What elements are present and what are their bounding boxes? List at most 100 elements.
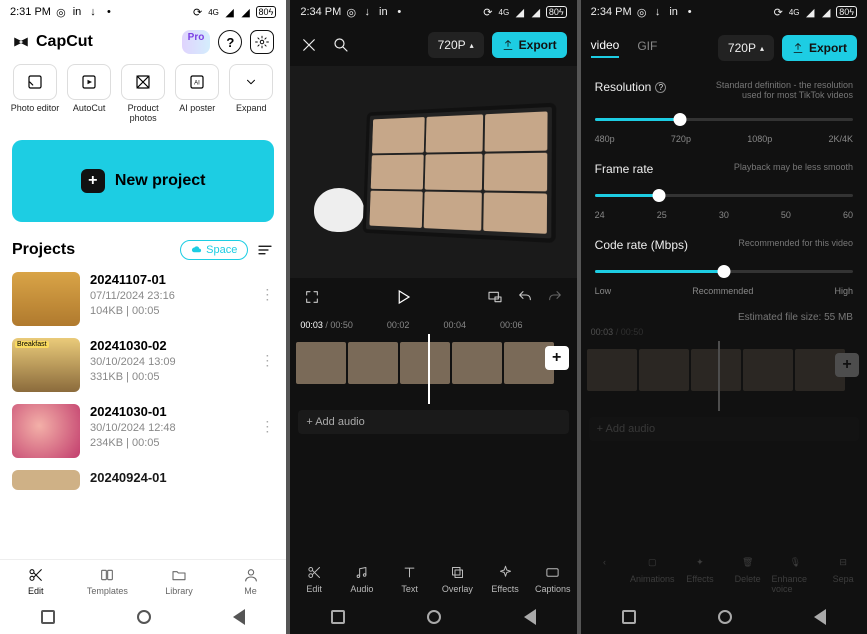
signal-icon-2: ◢ bbox=[530, 6, 542, 18]
slider-thumb[interactable] bbox=[673, 113, 686, 126]
video-preview[interactable] bbox=[290, 66, 576, 278]
play-button[interactable] bbox=[394, 288, 412, 306]
more-icon: • bbox=[393, 6, 405, 18]
tool-row: Photo editor AutoCut Product photos AI A… bbox=[0, 60, 286, 130]
signal-4g-icon: 4G bbox=[498, 6, 510, 18]
project-item[interactable]: 20241107-01 07/11/2024 23:16 104KB | 00:… bbox=[12, 266, 274, 332]
editnav-text[interactable]: Text bbox=[386, 564, 434, 594]
system-nav bbox=[0, 600, 286, 634]
split-icon: ⊟ bbox=[835, 554, 851, 570]
signal-icon-2: ◢ bbox=[820, 6, 832, 18]
sparkle-icon bbox=[497, 564, 513, 580]
pip-button[interactable] bbox=[487, 289, 503, 305]
timeline: + bbox=[581, 341, 867, 411]
export-button[interactable]: Export bbox=[492, 32, 567, 58]
resolution-slider[interactable] bbox=[595, 110, 853, 128]
editnav-overlay[interactable]: Overlay bbox=[433, 564, 481, 594]
tool-expand[interactable]: Expand bbox=[225, 64, 277, 124]
nav-library[interactable]: Library bbox=[143, 560, 215, 600]
status-time: 2:34 PM bbox=[300, 6, 341, 18]
slider-thumb[interactable] bbox=[717, 265, 730, 278]
settings-button[interactable] bbox=[250, 30, 274, 54]
status-time: 2:34 PM bbox=[591, 6, 632, 18]
signal-4g-icon: 4G bbox=[208, 6, 220, 18]
editnav-delete: 🗑Delete bbox=[724, 554, 772, 594]
add-clip-button[interactable]: + bbox=[545, 346, 569, 370]
project-thumb bbox=[12, 404, 80, 458]
redo-button[interactable] bbox=[547, 289, 563, 305]
whatsapp-icon: ◎ bbox=[345, 6, 357, 18]
pro-badge[interactable]: Pro bbox=[182, 30, 211, 54]
home-button[interactable] bbox=[427, 610, 441, 624]
add-audio-button[interactable]: + Add audio bbox=[298, 410, 568, 434]
tool-photo-editor[interactable]: Photo editor bbox=[9, 64, 61, 124]
editnav-separate: ⊟Sepa bbox=[819, 554, 867, 594]
signal-icon-2: ◢ bbox=[240, 6, 252, 18]
redo-icon bbox=[547, 289, 563, 305]
home-button[interactable] bbox=[137, 610, 151, 624]
tool-product-photos[interactable]: Product photos bbox=[117, 64, 169, 124]
sort-button[interactable] bbox=[256, 241, 274, 259]
playhead[interactable] bbox=[428, 334, 430, 404]
editnav-effects[interactable]: Effects bbox=[481, 564, 529, 594]
brand-logo: CapCut bbox=[12, 33, 93, 51]
close-button[interactable] bbox=[300, 36, 318, 54]
editor-nav: ‹ ▢Animations ✦Effects 🗑Delete 🎙Enhance … bbox=[581, 544, 867, 600]
export-button[interactable]: Export bbox=[782, 35, 857, 61]
projects-heading: Projects bbox=[12, 241, 75, 259]
setting-frame-rate: Frame rate Playback may be less smooth 2… bbox=[581, 150, 867, 226]
signal-ic, data-interactable=false: ◢ bbox=[804, 6, 816, 18]
estimated-size: Estimated file size: 55 MB bbox=[581, 312, 867, 323]
recent-apps-button[interactable] bbox=[331, 610, 345, 624]
project-item[interactable]: 20241030-01 30/10/2024 12:48 234KB | 00:… bbox=[12, 398, 274, 464]
search-icon bbox=[332, 36, 350, 54]
info-icon[interactable]: ? bbox=[655, 82, 666, 93]
back-button[interactable] bbox=[233, 609, 245, 625]
bottom-nav: Edit Templates Library Me bbox=[0, 559, 286, 600]
recent-apps-button[interactable] bbox=[41, 610, 55, 624]
recent-apps-button[interactable] bbox=[622, 610, 636, 624]
ai-poster-icon: AI bbox=[188, 73, 206, 91]
project-thumb bbox=[12, 272, 80, 326]
screen-editor: 2:34 PM ◎ ↓ in • ⟳ 4G ◢ ◢ 80ϟ 720P ▴ Exp… bbox=[290, 0, 576, 634]
help-button[interactable]: ? bbox=[218, 30, 242, 54]
new-project-button[interactable]: + New project bbox=[12, 140, 274, 222]
timeline[interactable]: + bbox=[290, 334, 576, 404]
editnav-edit[interactable]: Edit bbox=[290, 564, 338, 594]
project-item[interactable]: 20240924-01 bbox=[12, 464, 274, 496]
tool-autocut[interactable]: AutoCut bbox=[63, 64, 115, 124]
editnav-audio[interactable]: Audio bbox=[338, 564, 386, 594]
space-button[interactable]: Space bbox=[180, 240, 248, 260]
editnav-captions[interactable]: Captions bbox=[529, 564, 577, 594]
frame-rate-slider[interactable] bbox=[595, 186, 853, 204]
nav-edit[interactable]: Edit bbox=[0, 560, 72, 600]
project-more-icon[interactable]: ⋮ bbox=[260, 272, 274, 303]
project-item[interactable]: Breakfast 20241030-02 30/10/2024 13:09 3… bbox=[12, 332, 274, 398]
tool-ai-poster[interactable]: AI AI poster bbox=[171, 64, 223, 124]
scissors-icon bbox=[306, 564, 322, 580]
nav-me[interactable]: Me bbox=[215, 560, 287, 600]
tab-video[interactable]: video bbox=[591, 38, 620, 58]
back-button[interactable] bbox=[814, 609, 826, 625]
project-more-icon[interactable]: ⋮ bbox=[260, 404, 274, 435]
quality-selector[interactable]: 720P ▴ bbox=[428, 32, 484, 58]
editnav-animations: ▢Animations bbox=[628, 554, 676, 594]
code-rate-slider[interactable] bbox=[595, 262, 853, 280]
more-icon: • bbox=[103, 6, 115, 18]
project-more-icon[interactable]: ⋮ bbox=[260, 338, 274, 369]
whatsapp-icon: ◎ bbox=[55, 6, 67, 18]
add-clip-button: + bbox=[835, 353, 859, 377]
quality-selector[interactable]: 720P ▴ bbox=[718, 35, 774, 61]
back-button[interactable] bbox=[524, 609, 536, 625]
linkedin-icon: in bbox=[668, 6, 680, 18]
undo-button[interactable] bbox=[517, 289, 533, 305]
slider-thumb[interactable] bbox=[653, 189, 666, 202]
home-button[interactable] bbox=[718, 610, 732, 624]
playback-controls bbox=[290, 278, 576, 316]
tab-gif[interactable]: GIF bbox=[637, 39, 657, 57]
nav-templates[interactable]: Templates bbox=[72, 560, 144, 600]
fullscreen-button[interactable] bbox=[304, 289, 320, 305]
search-button[interactable] bbox=[332, 36, 350, 54]
preview-content bbox=[363, 103, 557, 244]
signal-icon: ◢ bbox=[514, 6, 526, 18]
